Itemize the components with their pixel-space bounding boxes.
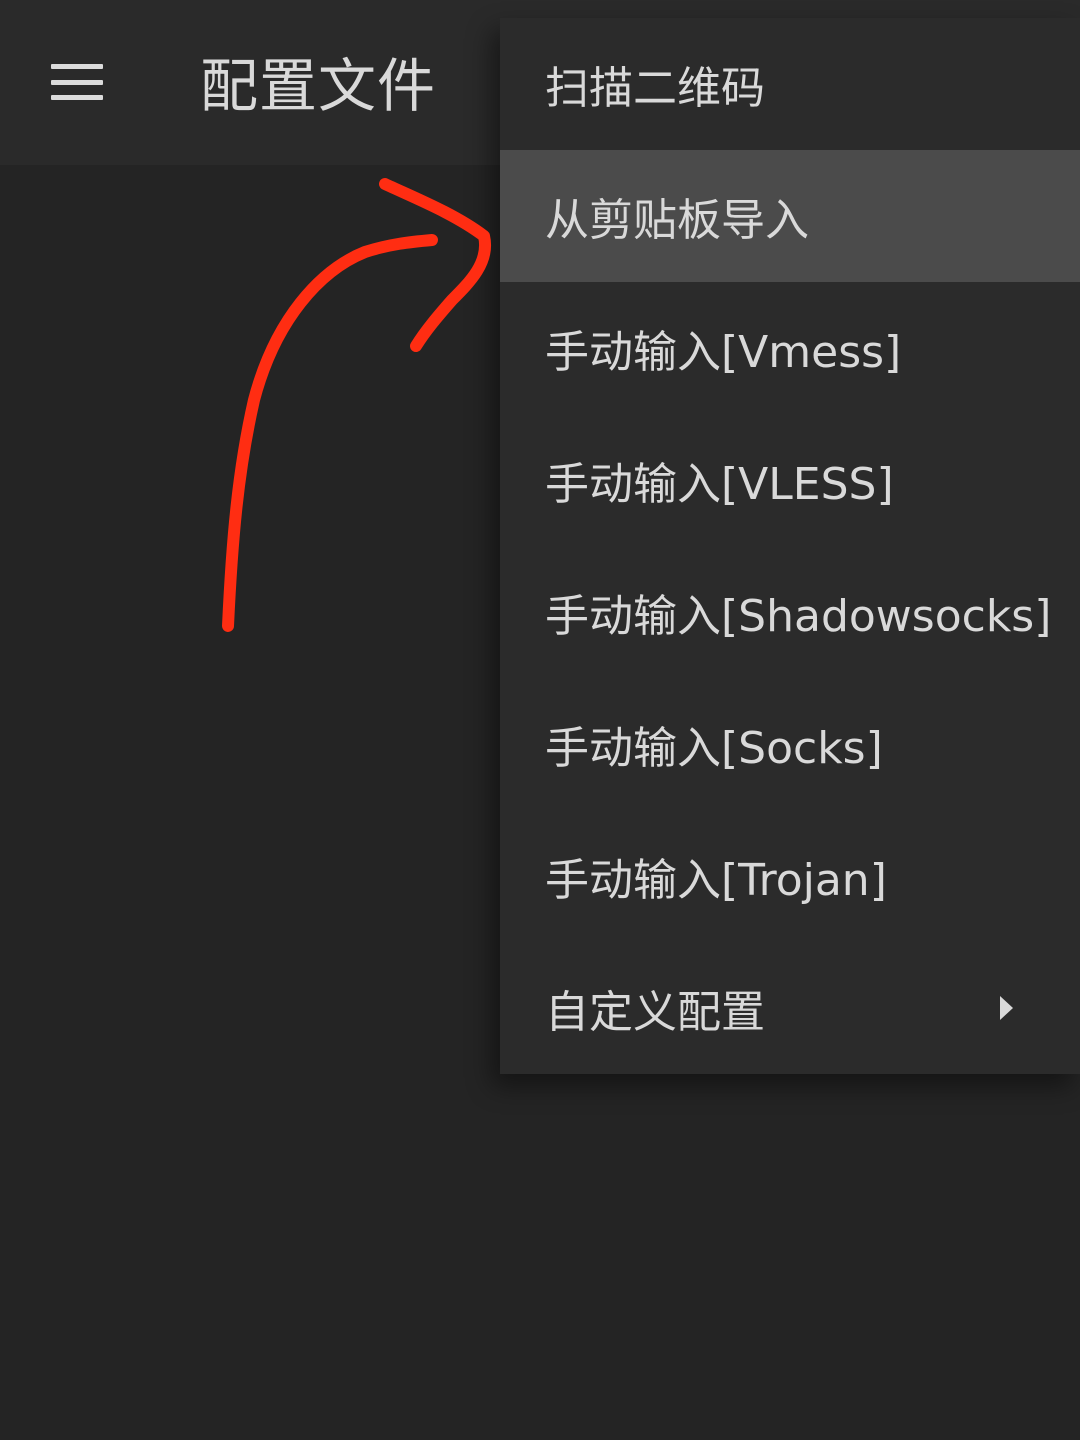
menu-item-label: 从剪贴板导入 [545,195,809,246]
menu-item-manual-vmess[interactable]: 手动输入[Vmess] [500,282,1080,414]
menu-icon [51,64,103,100]
overflow-menu: 扫描二维码 从剪贴板导入 手动输入[Vmess] 手动输入[VLESS] 手动输… [500,18,1080,1074]
menu-item-label: 手动输入[VLESS] [545,459,894,510]
screen: 配置文件 扫描二维码 从剪贴板导入 手动输入[Vmess] 手动输入[VLESS… [0,0,1080,1440]
menu-item-label: 手动输入[Trojan] [545,855,887,906]
page-title: 配置文件 [200,52,437,120]
menu-item-label: 手动输入[Vmess] [545,327,902,378]
menu-item-label: 扫描二维码 [545,63,765,114]
menu-item-manual-shadowsocks[interactable]: 手动输入[Shadowsocks] [500,546,1080,678]
menu-item-manual-trojan[interactable]: 手动输入[Trojan] [500,810,1080,942]
menu-item-custom-config[interactable]: 自定义配置 [500,942,1080,1074]
navigation-menu-button[interactable] [36,46,118,118]
arrow-head [379,178,492,352]
menu-item-label: 手动输入[Shadowsocks] [545,591,1052,642]
arrow-shaft [222,234,438,632]
chevron-right-icon [1000,996,1013,1020]
menu-item-label: 手动输入[Socks] [545,723,883,774]
menu-item-label: 自定义配置 [545,987,765,1038]
menu-item-import-clipboard[interactable]: 从剪贴板导入 [500,150,1080,282]
menu-item-scan-qr[interactable]: 扫描二维码 [500,18,1080,150]
menu-item-manual-vless[interactable]: 手动输入[VLESS] [500,414,1080,546]
menu-item-manual-socks[interactable]: 手动输入[Socks] [500,678,1080,810]
